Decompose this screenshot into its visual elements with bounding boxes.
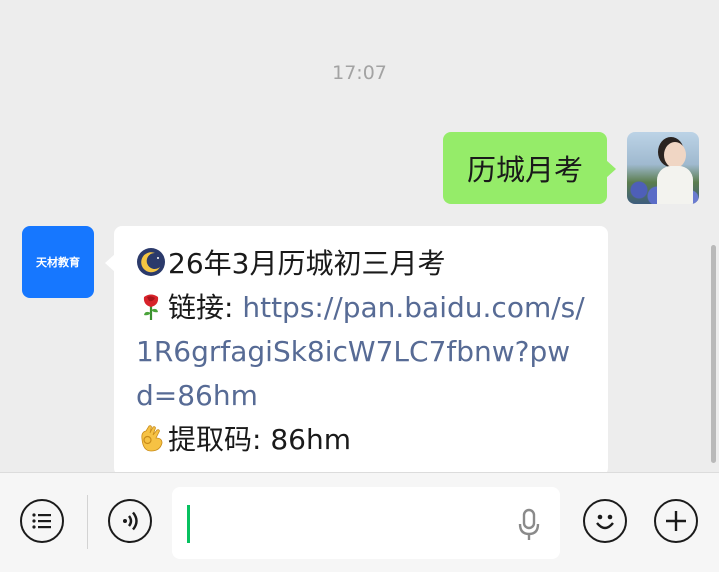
message-title-line: 26年3月历城初三月考: [136, 242, 586, 286]
rose-emoji-icon: [143, 294, 159, 320]
outgoing-text: 历城月考: [466, 153, 583, 187]
voice-icon[interactable]: [108, 499, 152, 543]
outgoing-bubble[interactable]: 历城月考: [442, 132, 617, 204]
code-line: 提取码: 86hm: [136, 418, 586, 462]
moon-emoji-icon: [137, 248, 165, 276]
text-caret: [187, 505, 190, 543]
extraction-code: 提取码: 86hm: [168, 423, 351, 456]
emoji-icon[interactable]: [583, 499, 627, 543]
toolbar-divider: [87, 495, 88, 549]
input-bar: [0, 472, 719, 572]
incoming-message: 天材教育 26年3月历城初三月考 链接: https://pan.baidu.c…: [22, 226, 608, 476]
link-label: 链接:: [168, 291, 243, 324]
plus-icon[interactable]: [654, 499, 698, 543]
list-icon[interactable]: [20, 499, 64, 543]
incoming-bubble[interactable]: 26年3月历城初三月考 链接: https://pan.baidu.com/s/…: [105, 226, 608, 476]
outgoing-message: 历城月考: [442, 132, 699, 204]
sender-avatar[interactable]: 天材教育: [22, 226, 94, 298]
scrollbar[interactable]: [711, 245, 716, 463]
ok-hand-emoji-icon: [141, 425, 163, 452]
message-title: 26年3月历城初三月考: [168, 247, 446, 280]
user-avatar[interactable]: [627, 132, 699, 204]
sender-logo-text: 天材教育: [36, 256, 80, 269]
chat-area: 17:07 历城月考 天材教育 26年3月历城初三月考 链接: https://…: [0, 0, 719, 476]
microphone-icon[interactable]: [517, 508, 541, 542]
link-line: 链接: https://pan.baidu.com/s/1R6grfagiSk8…: [136, 286, 586, 418]
message-timestamp: 17:07: [332, 62, 387, 84]
message-input[interactable]: [172, 487, 560, 559]
